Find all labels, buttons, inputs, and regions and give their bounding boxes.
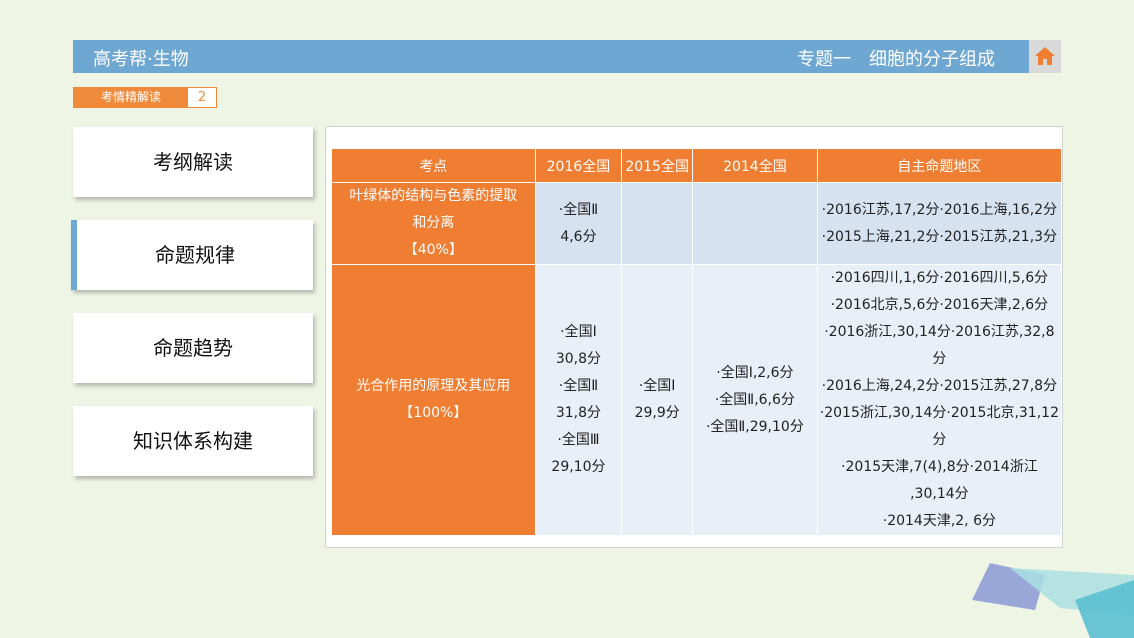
- decorative-shapes: [972, 563, 1134, 638]
